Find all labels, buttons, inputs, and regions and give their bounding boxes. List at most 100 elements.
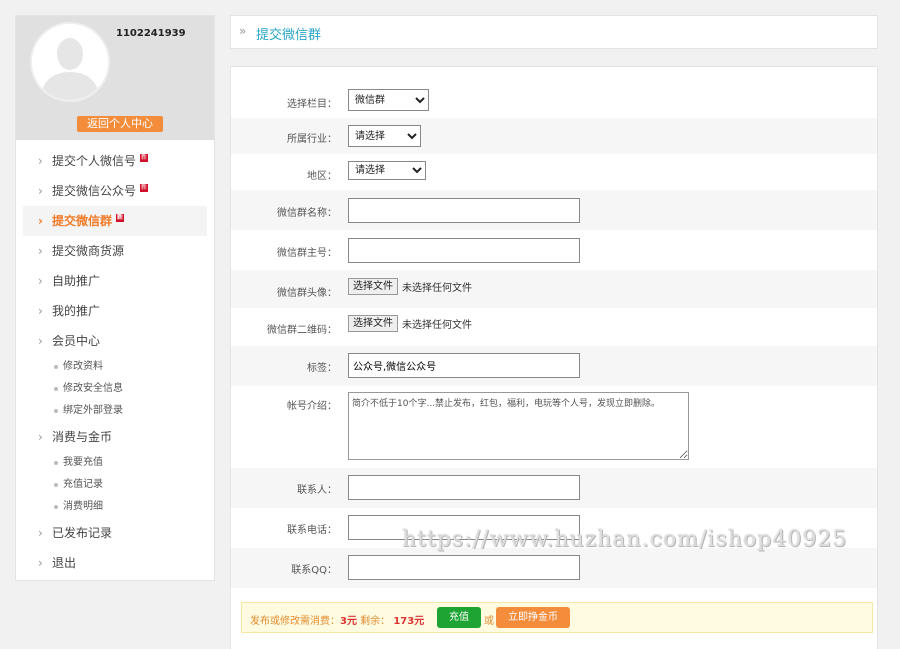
sidebar-subitem-label: 我要充值 [63, 457, 103, 468]
bullet-icon [54, 461, 58, 465]
form-row-avatar: 微信群头像： 选择文件 未选择任何文件 [231, 270, 877, 308]
page-title: 提交微信群 [256, 28, 322, 43]
chevron-right-icon: › [38, 274, 43, 288]
phone-label: 联系电话： [287, 525, 337, 536]
form-row-phone: 联系电话： [231, 508, 877, 548]
sidebar-item-2[interactable]: › 提交微信群新 [23, 206, 207, 236]
region-label: 地区： [307, 171, 337, 182]
category-select[interactable]: 微信群 [348, 89, 429, 111]
form-row-qrcode: 微信群二维码： 选择文件 未选择任何文件 [231, 308, 877, 346]
form-row-tags: 标签： [231, 346, 877, 386]
fee-notice: 发布或修改需消费：3元 剩余： 173元 充值 或 立即挣金币 [241, 602, 873, 633]
fee-balance-label: 剩余： [356, 616, 391, 627]
sidebar-subitem[interactable]: 充值记录 [16, 474, 214, 496]
sidebar-item-label: 提交微信公众号 [52, 184, 137, 198]
chevron-right-icon: › [38, 154, 43, 168]
chevron-right-icon: › [38, 430, 43, 444]
sidebar-subitem[interactable]: 我要充值 [16, 452, 214, 474]
qrcode-choose-file-button[interactable]: 选择文件 [348, 315, 398, 332]
sidebar-subitem[interactable]: 绑定外部登录 [16, 400, 214, 422]
form-row-intro: 帐号介绍： 简介不低于10个字...禁止发布，红包，福利，电玩等个人号，发现立即… [231, 386, 877, 468]
chevron-right-icon: › [38, 556, 43, 570]
fee-prefix: 发布或修改需消费： [250, 616, 340, 627]
new-badge-icon: 新 [116, 214, 125, 222]
sidebar-item-label: 已发布记录 [52, 526, 113, 540]
form-row-contact: 联系人： [231, 468, 877, 508]
sidebar-subitem-label: 充值记录 [63, 479, 103, 490]
sidebar-item-label: 提交个人微信号 [52, 154, 137, 168]
sidebar-item-7[interactable]: › 消费与金币 [16, 422, 214, 452]
avatar-file-status: 未选择任何文件 [402, 283, 472, 294]
sidebar-item-6[interactable]: › 会员中心 [16, 326, 214, 356]
username: 1102241939 [116, 28, 186, 39]
group-name-input[interactable] [348, 198, 580, 223]
bullet-icon [54, 505, 58, 509]
recharge-button[interactable]: 充值 [437, 607, 481, 628]
fee-text: 发布或修改需消费：3元 剩余： 173元 [250, 612, 424, 627]
fee-cost: 3元 [340, 616, 357, 627]
sidebar-item-0[interactable]: › 提交个人微信号新 [16, 146, 214, 176]
avatar-choose-file-button[interactable]: 选择文件 [348, 278, 398, 295]
industry-label: 所属行业： [287, 134, 337, 145]
category-label: 选择栏目： [287, 99, 337, 110]
sidebar-item-3[interactable]: › 提交微商货源 [16, 236, 214, 266]
avatar[interactable] [30, 22, 110, 102]
user-silhouette-icon [32, 24, 108, 100]
profile-card: 1102241939 返回个人中心 [16, 16, 214, 140]
form-row-qq: 联系QQ： [231, 548, 877, 588]
form-row-industry: 所属行业： 请选择 [231, 118, 877, 154]
sidebar-subitem[interactable]: 消费明细 [16, 496, 214, 518]
new-badge-icon: 新 [140, 154, 149, 162]
form-row-region: 地区： 请选择 [231, 154, 877, 190]
sidebar-subitem-label: 绑定外部登录 [63, 405, 123, 416]
sidebar-subitem[interactable]: 修改安全信息 [16, 378, 214, 400]
avatar-label: 微信群头像： [277, 288, 337, 299]
contact-input[interactable] [348, 475, 580, 500]
sidebar-item-label: 提交微信群 [52, 214, 113, 228]
chevron-right-icon: › [38, 334, 43, 348]
sidebar-subitem[interactable]: 修改资料 [16, 356, 214, 378]
region-select[interactable]: 请选择 [348, 161, 426, 180]
avatar-file-input: 选择文件 未选择任何文件 [348, 278, 472, 295]
group-owner-label: 微信群主号： [277, 248, 337, 259]
fee-balance: 173元 [393, 616, 425, 627]
chevron-right-icon: › [38, 304, 43, 318]
form-row-group-name: 微信群名称： [231, 190, 877, 230]
bullet-icon [54, 365, 58, 369]
sidebar-subitem-label: 消费明细 [63, 501, 103, 512]
contact-label: 联系人： [297, 485, 337, 496]
qrcode-file-input: 选择文件 未选择任何文件 [348, 315, 472, 332]
sidebar-item-9[interactable]: › 退出 [16, 548, 214, 578]
form-row-group-owner: 微信群主号： [231, 230, 877, 270]
sidebar-item-8[interactable]: › 已发布记录 [16, 518, 214, 548]
sidebar-subitem-label: 修改资料 [63, 361, 103, 372]
bullet-icon [54, 409, 58, 413]
sidebar-item-label: 提交微商货源 [52, 244, 125, 258]
form-row-category: 选择栏目： 微信群 [231, 86, 877, 122]
tags-input[interactable] [348, 353, 580, 378]
industry-select[interactable]: 请选择 [348, 125, 421, 147]
phone-input[interactable] [348, 515, 580, 540]
sidebar-menu: › 提交个人微信号新 › 提交微信公众号新 › 提交微信群新 › 提交微商货源 › 自助推广 › 我的… [16, 140, 214, 578]
sidebar-item-label: 自助推广 [52, 274, 101, 288]
sidebar: 1102241939 返回个人中心 › 提交个人微信号新 › 提交微信公众号新 › 提交微… [15, 15, 215, 581]
sidebar-item-label: 消费与金币 [52, 430, 113, 444]
group-owner-input[interactable] [348, 238, 580, 263]
chevron-right-icon: › [38, 214, 43, 228]
bullet-icon [54, 483, 58, 487]
chevron-right-icon: › [38, 526, 43, 540]
sidebar-item-label: 我的推广 [52, 304, 101, 318]
submit-form: 选择栏目： 微信群 所属行业： 请选择 地区： 请选择 微信群名称： 微信群主号… [230, 66, 878, 649]
sidebar-item-label: 退出 [52, 556, 77, 570]
or-text: 或 [484, 616, 494, 627]
back-to-profile-button[interactable]: 返回个人中心 [77, 116, 163, 132]
intro-textarea[interactable]: 简介不低于10个字...禁止发布，红包，福利，电玩等个人号，发现立即删除。 [348, 392, 689, 460]
sidebar-item-5[interactable]: › 我的推广 [16, 296, 214, 326]
qq-label: 联系QQ： [291, 565, 337, 576]
double-chevron-icon: » [239, 24, 247, 38]
sidebar-item-1[interactable]: › 提交微信公众号新 [16, 176, 214, 206]
earn-coins-button[interactable]: 立即挣金币 [496, 607, 570, 628]
sidebar-item-4[interactable]: › 自助推广 [16, 266, 214, 296]
qq-input[interactable] [348, 555, 580, 580]
sidebar-item-label: 会员中心 [52, 334, 101, 348]
